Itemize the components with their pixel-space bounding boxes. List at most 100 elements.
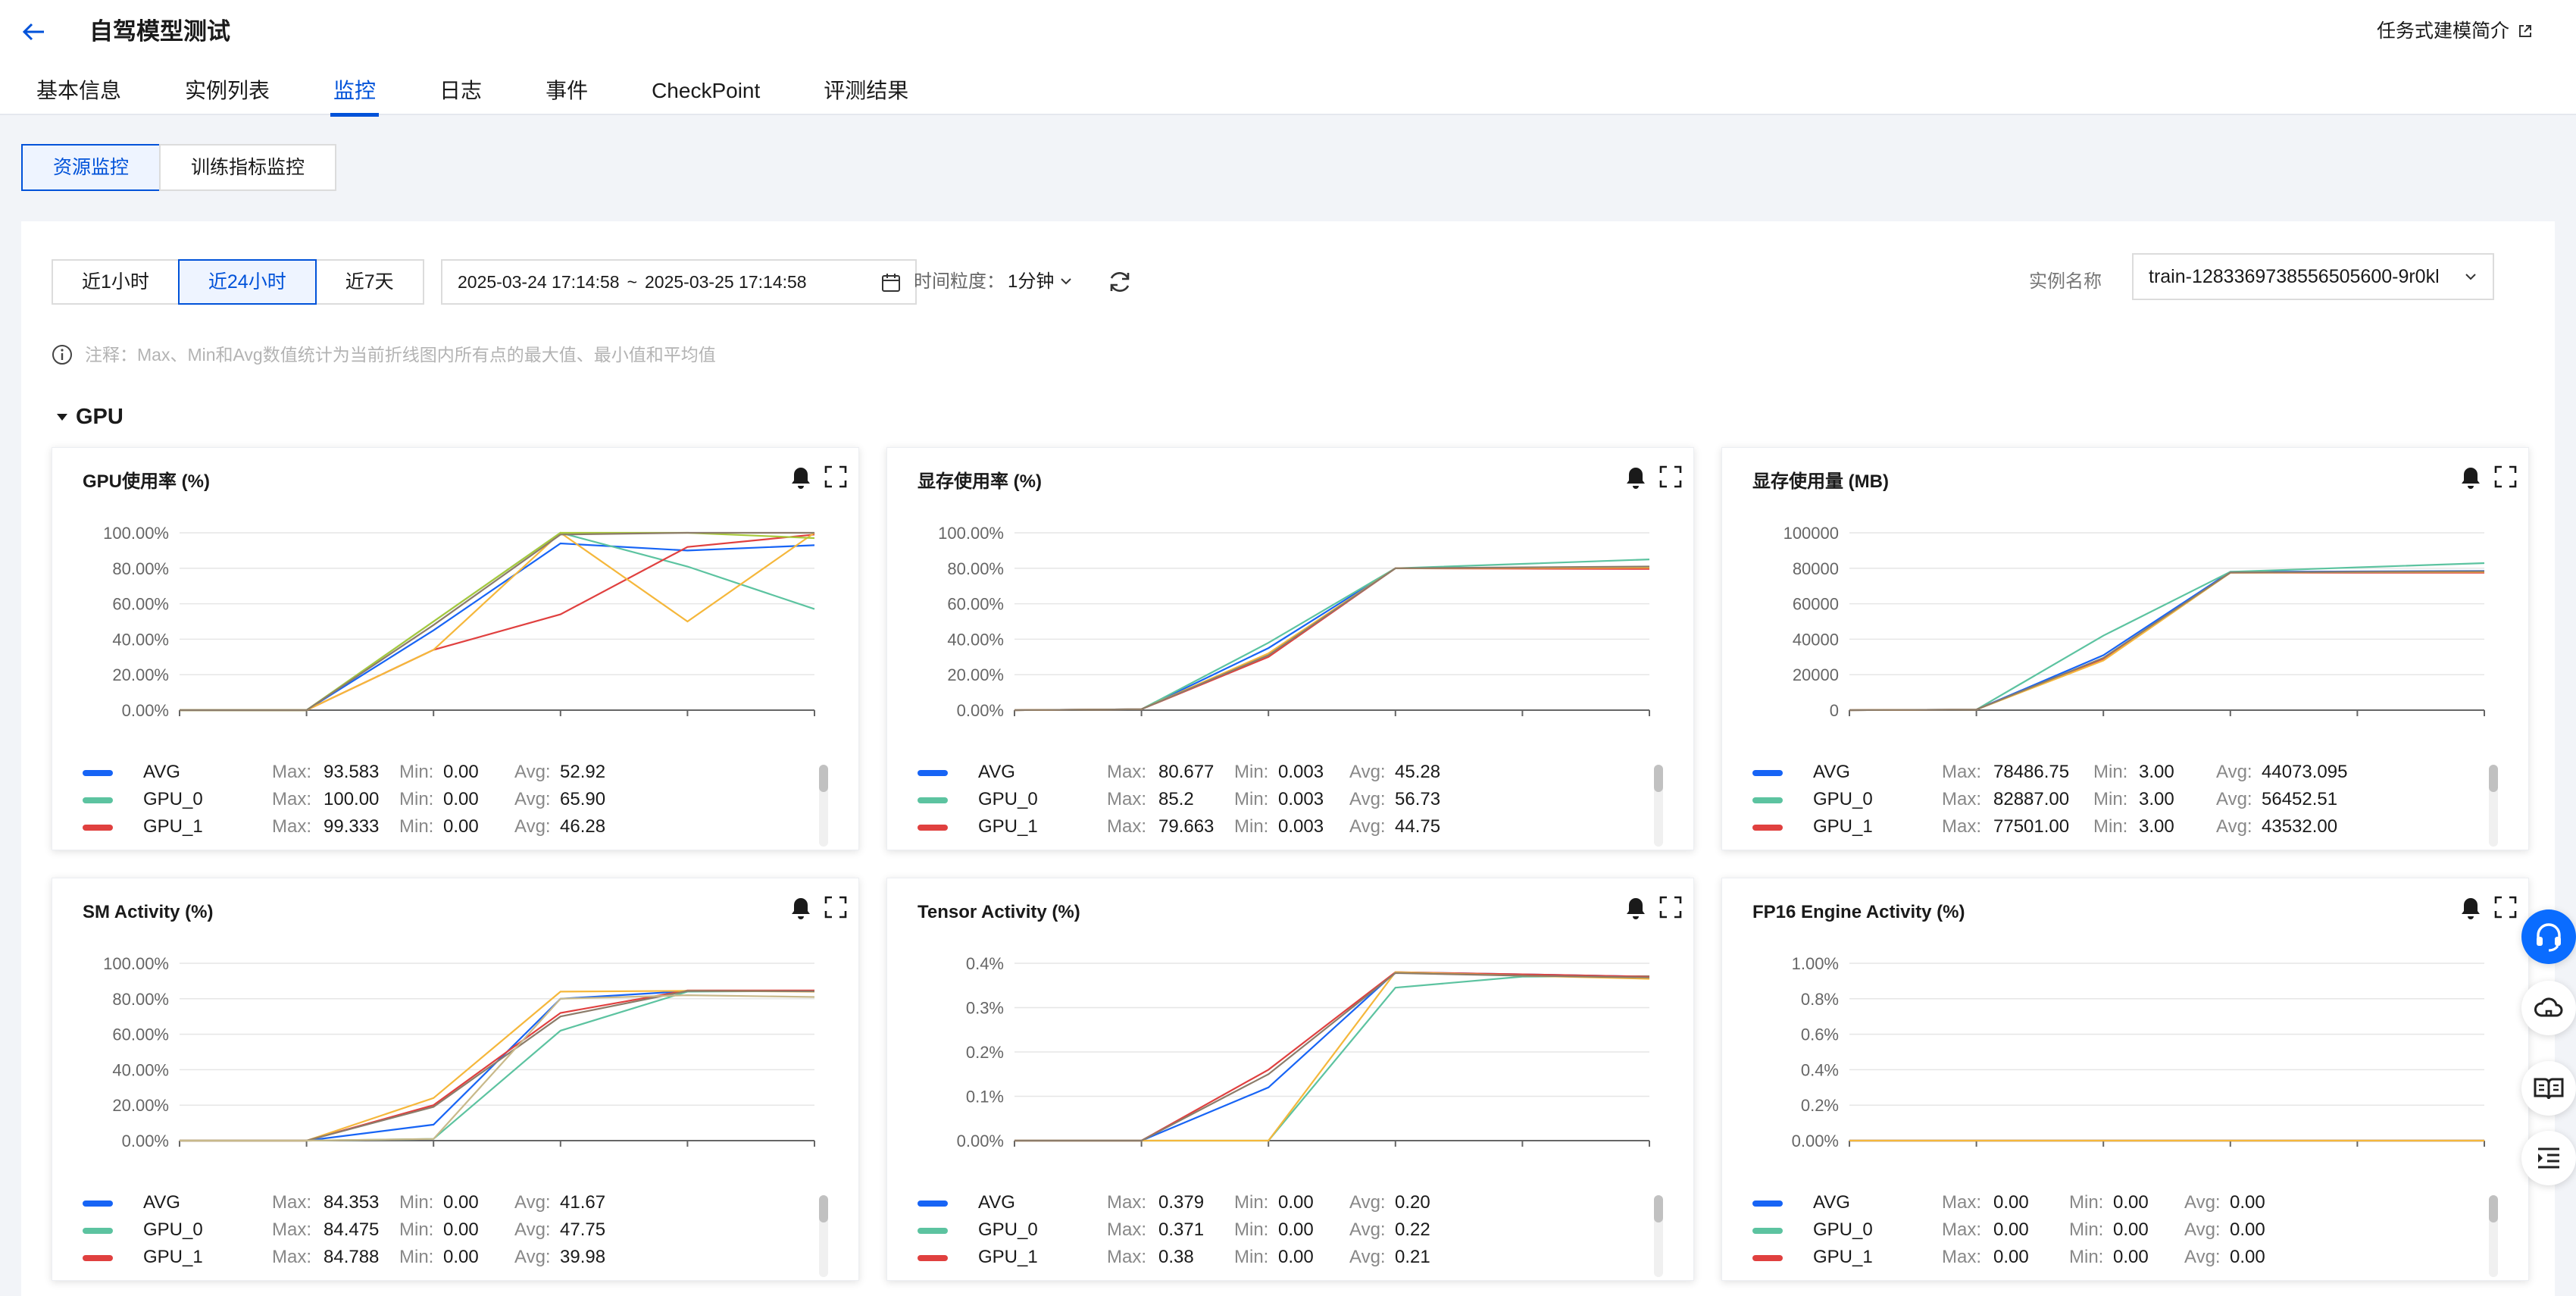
support-button[interactable]	[2521, 909, 2576, 964]
series-line-1[interactable]	[1014, 975, 1650, 1142]
series-line-1[interactable]	[1014, 559, 1650, 712]
series-line-4[interactable]	[1014, 565, 1650, 712]
legend-series-name: GPU_1	[1813, 816, 1873, 837]
series-line-1[interactable]	[1849, 562, 2485, 712]
instance-select[interactable]: train-1283369738556505600-9r0kl	[2132, 253, 2494, 300]
series-line-3[interactable]	[1014, 971, 1650, 1142]
monitor-panel: 近1小时 近24小时 近7天 2025-03-24 17:14:58 ~ 202…	[21, 221, 2555, 1296]
series-line-0[interactable]	[180, 990, 814, 1142]
fullscreen-icon[interactable]	[1658, 895, 1683, 919]
series-line-3[interactable]	[1849, 571, 2485, 712]
legend-row[interactable]: GPU_1 Max: 0.38 Min: 0.00 Avg: 0.21	[918, 1244, 1645, 1271]
docs-button[interactable]	[2521, 1061, 2576, 1116]
legend-row[interactable]: GPU_0 Max: 0.371 Min: 0.00 Avg: 0.22	[918, 1216, 1645, 1244]
legend-min-label: Min:	[399, 1192, 434, 1213]
series-line-2[interactable]	[180, 534, 815, 712]
tab-events[interactable]: 事件	[546, 73, 588, 115]
tab-instance-list[interactable]: 实例列表	[185, 73, 270, 115]
granularity-select[interactable]: 时间粒度： 1分钟	[914, 259, 1075, 305]
chart-title: 显存使用量 (MB)	[1752, 471, 1889, 492]
date-range-picker[interactable]: 2025-03-24 17:14:58 ~ 2025-03-25 17:14:5…	[441, 259, 917, 305]
legend-avg-label: Avg:	[2184, 1247, 2221, 1267]
legend-max-label: Max:	[1942, 762, 1982, 782]
back-arrow-icon[interactable]	[18, 17, 48, 47]
series-line-2[interactable]	[1849, 571, 2485, 712]
cloud-service-button[interactable]	[2521, 981, 2576, 1035]
refresh-icon[interactable]	[1106, 268, 1133, 296]
legend-row[interactable]: AVG Max: 84.353 Min: 0.00 Avg: 41.67	[83, 1189, 810, 1216]
bell-icon[interactable]	[789, 895, 813, 921]
series-line-4[interactable]	[1849, 570, 2485, 712]
tab-monitoring[interactable]: 监控	[330, 73, 380, 117]
chart-card-sm-activity: SM Activity (%) 0.00% 20.00% 40.00% 60.00% 80…	[52, 878, 859, 1281]
legend-row[interactable]: AVG Max: 93.583 Min: 0.00 Avg: 52.92	[83, 759, 810, 786]
legend-row[interactable]: GPU_1 Max: 99.333 Min: 0.00 Avg: 46.28	[83, 813, 810, 841]
legend-row[interactable]: GPU_0 Max: 82887.00 Min: 3.00 Avg: 56452.51	[1752, 786, 2480, 813]
legend-swatch	[1752, 770, 1783, 776]
legend-row[interactable]: GPU_1 Max: 0.00 Min: 0.00 Avg: 0.00	[1752, 1244, 2480, 1271]
legend-scrollbar[interactable]	[819, 765, 828, 847]
series-line-0[interactable]	[1849, 570, 2485, 712]
legend-scrollbar[interactable]	[819, 1195, 828, 1277]
legend-avg-label: Avg:	[1349, 1247, 1386, 1267]
legend-row[interactable]: AVG Max: 0.379 Min: 0.00 Avg: 0.20	[918, 1189, 1645, 1216]
series-line-5[interactable]	[180, 994, 815, 1142]
legend-scrollbar[interactable]	[1654, 765, 1663, 847]
series-line-4[interactable]	[180, 531, 815, 712]
bell-icon[interactable]	[789, 465, 813, 490]
legend-row[interactable]: AVG Max: 0.00 Min: 0.00 Avg: 0.00	[1752, 1189, 2480, 1216]
bell-icon[interactable]	[2459, 895, 2483, 921]
legend-row[interactable]: GPU_1 Max: 77501.00 Min: 3.00 Avg: 43532.00	[1752, 813, 2480, 841]
subtab-training-metrics[interactable]: 训练指标监控	[159, 144, 337, 191]
legend-row[interactable]: GPU_1 Max: 79.663 Min: 0.003 Avg: 44.75	[918, 813, 1645, 841]
legend-row[interactable]: AVG Max: 78486.75 Min: 3.00 Avg: 44073.095	[1752, 759, 2480, 786]
legend-max-label: Max:	[272, 816, 312, 837]
legend-row[interactable]: GPU_0 Max: 0.00 Min: 0.00 Avg: 0.00	[1752, 1216, 2480, 1244]
bell-icon[interactable]	[2459, 465, 2483, 490]
date-start: 2025-03-24 17:14:58	[458, 272, 620, 292]
range-7d-button[interactable]: 近7天	[314, 259, 424, 305]
tab-logs[interactable]: 日志	[439, 73, 482, 115]
bell-icon[interactable]	[1624, 895, 1648, 921]
legend-avg-label: Avg:	[514, 762, 551, 782]
chart-card-mem-util: 显存使用率 (%) 0.00% 20.00% 40.00% 60.00% 80.00% 10…	[886, 447, 1694, 850]
fullscreen-icon[interactable]	[1658, 465, 1683, 489]
outline-button[interactable]	[2521, 1131, 2576, 1185]
legend-row[interactable]: AVG Max: 80.677 Min: 0.003 Avg: 45.28	[918, 759, 1645, 786]
tab-eval-results[interactable]: 评测结果	[824, 73, 908, 115]
gpu-section-toggle[interactable]: GPU	[55, 402, 123, 432]
legend-row[interactable]: GPU_0 Max: 100.00 Min: 0.00 Avg: 65.90	[83, 786, 810, 813]
legend-scrollbar[interactable]	[2489, 1195, 2498, 1277]
series-line-1[interactable]	[180, 990, 815, 1142]
legend-row[interactable]: GPU_1 Max: 84.788 Min: 0.00 Avg: 39.98	[83, 1244, 810, 1271]
range-1h-button[interactable]: 近1小时	[52, 259, 180, 305]
legend-avg-value: 44.75	[1395, 816, 1441, 837]
series-line-3[interactable]	[180, 531, 815, 712]
subtab-resource-monitor[interactable]: 资源监控	[21, 144, 161, 191]
y-tick-label: 20.00%	[947, 665, 1004, 684]
tab-basic-info[interactable]: 基本信息	[36, 73, 121, 115]
legend-row[interactable]: GPU_0 Max: 84.475 Min: 0.00 Avg: 47.75	[83, 1216, 810, 1244]
legend-scrollbar[interactable]	[1654, 1195, 1663, 1277]
series-line-5[interactable]	[180, 531, 814, 712]
legend-scrollbar[interactable]	[2489, 765, 2498, 847]
series-line-3[interactable]	[180, 990, 815, 1142]
legend-swatch	[83, 825, 113, 831]
tab-checkpoint[interactable]: CheckPoint	[652, 73, 760, 115]
legend-min-value: 3.00	[2139, 789, 2174, 809]
legend-series-name: AVG	[978, 762, 1015, 782]
fullscreen-icon[interactable]	[2493, 895, 2518, 919]
bell-icon[interactable]	[1624, 465, 1648, 490]
fullscreen-icon[interactable]	[2493, 465, 2518, 489]
fullscreen-icon[interactable]	[824, 895, 848, 919]
series-line-1[interactable]	[180, 531, 815, 712]
legend-avg-value: 47.75	[560, 1219, 606, 1240]
legend-row[interactable]: GPU_0 Max: 85.2 Min: 0.003 Avg: 56.73	[918, 786, 1645, 813]
series-line-4[interactable]	[180, 990, 815, 1142]
fullscreen-icon[interactable]	[824, 465, 848, 489]
range-24h-button[interactable]: 近24小时	[177, 259, 317, 305]
intro-link[interactable]: 任务式建模简介	[2377, 18, 2534, 44]
series-line-2[interactable]	[180, 989, 814, 1142]
legend-avg-value: 0.00	[2230, 1247, 2265, 1267]
y-tick-label: 60.00%	[112, 1025, 169, 1044]
